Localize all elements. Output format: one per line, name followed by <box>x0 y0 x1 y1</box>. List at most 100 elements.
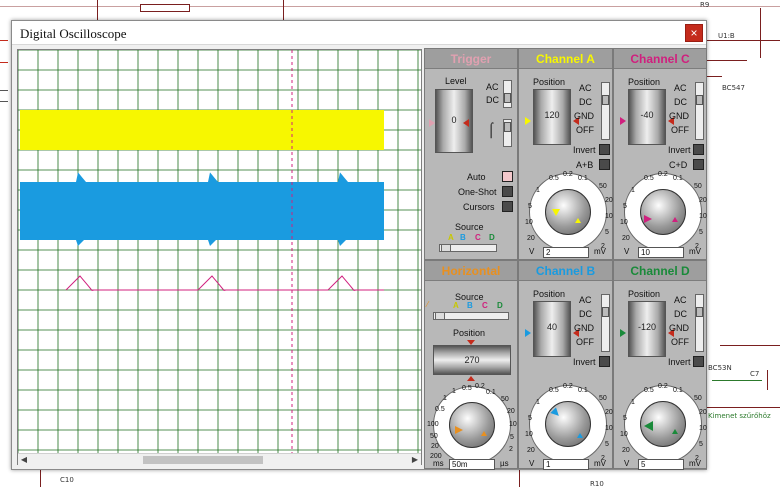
channel-c-scale-01: 0.1 <box>673 175 683 182</box>
scroll-left-icon[interactable]: ◀ <box>18 454 30 466</box>
oscilloscope-window: Digital Oscilloscope × ◀ ▶ Trigger Level… <box>11 20 707 470</box>
channel-c-scale-10: 10 <box>699 213 707 220</box>
channel-a-knob-marker-icon <box>552 209 560 216</box>
channel-c-volts-knob[interactable] <box>640 189 686 235</box>
channel-a-scale-10v: 10 <box>525 219 533 226</box>
channel-c-scale-20v: 20 <box>622 235 630 242</box>
channel-b-coupling-slider[interactable] <box>601 294 610 352</box>
label-signal: BC53N <box>708 364 732 372</box>
channel-c-scale-5: 5 <box>699 229 703 236</box>
horizontal-source-d: D <box>497 301 503 310</box>
trigger-level-left-marker-icon <box>429 119 435 127</box>
channel-d-scale-20v: 20 <box>622 447 630 454</box>
channel-b-ac-label: AC <box>579 295 592 305</box>
channel-c-position-value: -40 <box>640 110 654 120</box>
horizontal-source-slider[interactable] <box>433 312 509 320</box>
scroll-thumb[interactable] <box>143 456 263 464</box>
horizontal-source-c: C <box>482 301 488 310</box>
horizontal-title: Horizontal <box>425 261 517 281</box>
horizontal-position-drum[interactable]: 270 <box>433 345 511 375</box>
channel-b-scale-5v: 5 <box>528 415 532 422</box>
trigger-source-slider[interactable] <box>439 244 497 252</box>
channel-b-scale-20v: 20 <box>527 447 535 454</box>
horizontal-unit-left: ms <box>433 459 444 468</box>
channel-c-knob-marker2-icon <box>672 217 678 222</box>
channel-a-knob-marker2-icon <box>575 218 581 223</box>
channel-c-invert-toggle[interactable] <box>693 144 704 155</box>
title-bar[interactable]: Digital Oscilloscope × <box>12 21 706 45</box>
channel-d-scale-05: 0.5 <box>644 387 654 394</box>
channel-a-scale-10: 10 <box>605 213 613 220</box>
channel-a-off-label: OFF <box>576 125 594 135</box>
trigger-edge-icon: ⌠ <box>487 121 496 137</box>
channel-b-scale-50: 50 <box>599 395 607 402</box>
horizontal-scale-20: 20 <box>507 408 515 415</box>
window-title: Digital Oscilloscope <box>20 26 127 41</box>
channel-a-invert-toggle[interactable] <box>599 144 610 155</box>
channel-c-volts-field[interactable]: 10 <box>638 247 684 258</box>
scroll-right-icon[interactable]: ▶ <box>409 454 421 466</box>
horizontal-time-knob[interactable] <box>449 402 495 448</box>
channel-d-position-drum[interactable]: -120 <box>628 301 666 357</box>
trigger-panel: Trigger Level 0 AC DC ⌠ Auto One-Shot Cu… <box>424 48 518 260</box>
trigger-auto-label: Auto <box>467 172 486 182</box>
channel-a-trace <box>20 110 384 150</box>
channel-c-scale-02: 0.2 <box>658 171 668 178</box>
channel-a-sum-label: A+B <box>576 160 594 170</box>
trigger-auto-toggle[interactable] <box>502 171 513 182</box>
channel-c-knob-marker-icon <box>644 215 652 223</box>
trigger-one-shot-toggle[interactable] <box>502 186 513 197</box>
channel-a-unit-left: V <box>529 247 535 256</box>
horizontal-scale-05: 0.5 <box>462 385 472 392</box>
horizontal-scale-5: 5 <box>510 434 514 441</box>
channel-d-title: Channel D <box>614 261 706 281</box>
channel-a-position-drum[interactable]: 120 <box>533 89 571 145</box>
channel-a-title: Channel A <box>519 49 612 69</box>
channel-b-marker-icon <box>525 329 531 337</box>
channel-d-invert-toggle[interactable] <box>693 356 704 367</box>
channel-a-position-value: 120 <box>544 110 560 120</box>
channel-d-knob-marker2-icon <box>672 429 678 434</box>
channel-a-ac-label: AC <box>579 83 592 93</box>
channel-c-sum-toggle[interactable] <box>693 159 704 170</box>
channel-d-scale-50: 50 <box>694 395 702 402</box>
horizontal-scrollbar[interactable]: ◀ ▶ <box>18 453 421 465</box>
channel-a-sum-toggle[interactable] <box>599 159 610 170</box>
channel-d-scale-20: 20 <box>699 409 707 416</box>
channel-a-scale-1: 1 <box>536 187 540 194</box>
channel-c-position-drum[interactable]: -40 <box>628 89 666 145</box>
channel-c-off-label: OFF <box>671 125 689 135</box>
trigger-edge-slider[interactable] <box>503 119 512 147</box>
channel-a-invert-label: Invert <box>573 145 596 155</box>
label-u1b: U1:B <box>718 32 735 40</box>
channel-b-invert-label: Invert <box>573 357 596 367</box>
channel-a-coupling-slider[interactable] <box>601 82 610 140</box>
channel-d-volts-field[interactable]: 5 <box>638 459 684 470</box>
channel-d-invert-label: Invert <box>668 357 691 367</box>
channel-b-scale-5: 5 <box>605 441 609 448</box>
channel-b-position-drum[interactable]: 40 <box>533 301 571 357</box>
channel-d-scale-5: 5 <box>699 441 703 448</box>
channel-b-volts-knob[interactable] <box>545 401 591 447</box>
channel-d-coupling-slider[interactable] <box>695 294 704 352</box>
scope-display <box>18 50 421 453</box>
trigger-coupling-slider[interactable] <box>503 80 512 108</box>
channel-b-volts-field[interactable]: 1 <box>543 459 589 470</box>
horizontal-time-field[interactable]: 50m <box>449 459 495 470</box>
channel-a-volts-field[interactable]: 2 <box>543 247 589 258</box>
channel-d-scale-01: 0.1 <box>673 387 683 394</box>
channel-b-position-label: Position <box>533 289 566 299</box>
channel-d-knob-marker-icon <box>644 421 653 431</box>
channel-b-invert-toggle[interactable] <box>599 356 610 367</box>
trigger-cursors-toggle[interactable] <box>502 201 513 212</box>
horizontal-scale-100: 100 <box>427 421 439 428</box>
channel-c-trace <box>65 275 384 291</box>
horizontal-edge-icon: ⁄ <box>427 300 429 309</box>
label-c7: C7 <box>750 370 760 378</box>
channel-c-panel: Channel C Position -40 AC DC GND OFF Inv… <box>613 48 707 260</box>
channel-c-coupling-slider[interactable] <box>695 82 704 140</box>
trigger-source-label: Source <box>455 222 484 232</box>
close-button[interactable]: × <box>685 24 703 42</box>
horizontal-position-marker2-icon <box>467 376 475 381</box>
channel-d-scale-5v: 5 <box>623 415 627 422</box>
